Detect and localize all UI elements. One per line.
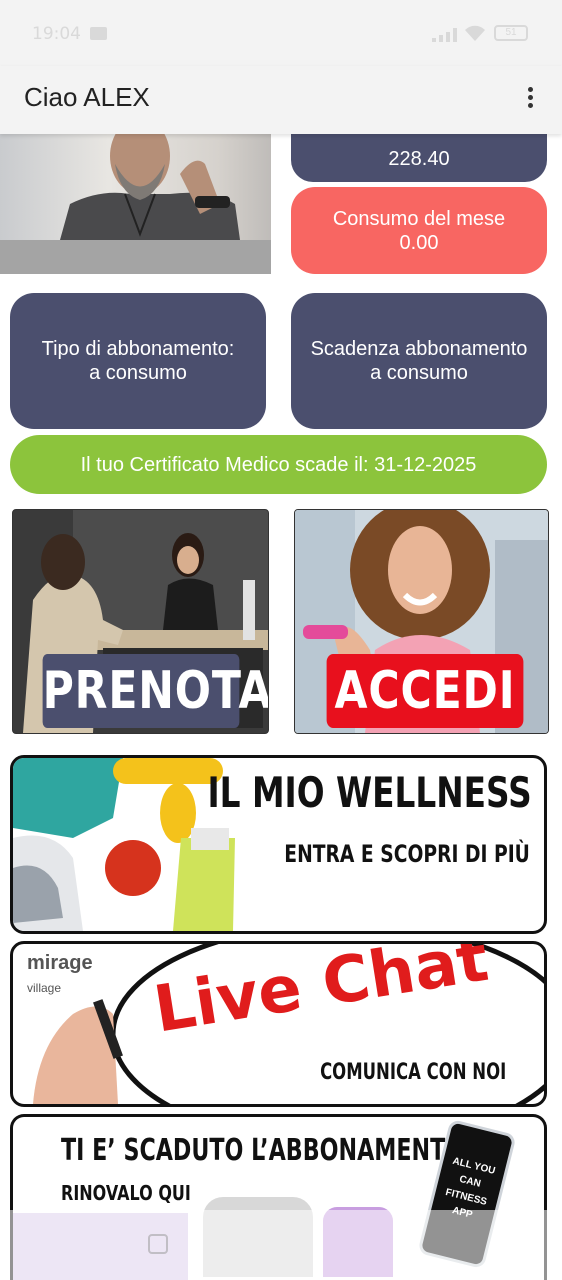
page-title: Ciao ALEX [24, 82, 150, 112]
credit-card[interactable]: 228.40 [291, 128, 547, 182]
book-tile[interactable]: PRENOTA [12, 509, 269, 734]
live-chat-banner[interactable]: mirage village Live Chat COMUNICA CON NO… [10, 941, 547, 1107]
battery-icon: 51 [494, 25, 528, 41]
renew-subtitle: RINOVALO QUI [61, 1181, 191, 1205]
message-icon [90, 27, 107, 40]
medical-certificate-banner[interactable]: Il tuo Certificato Medico scade il: 31-1… [10, 435, 547, 494]
renew-title: TI E’ SCADUTO L’ABBONAMENTO? [61, 1133, 477, 1168]
wifi-icon [465, 25, 485, 41]
monthly-consumption-label: Consumo del mese [332, 207, 506, 230]
wellness-title: IL MIO WELLNESS [207, 768, 532, 817]
book-label: PRENOTA [42, 654, 268, 728]
wellness-banner[interactable]: IL MIO WELLNESS ENTRA E SCOPRI DI PIÙ [10, 755, 547, 934]
mirage-logo: mirage village [27, 952, 93, 998]
subscription-expiry-value: a consumo [370, 362, 468, 384]
subscription-type-value: a consumo [89, 362, 187, 384]
status-time: 19:04 [32, 24, 81, 44]
subscription-type-label: Tipo di abbonamento: [41, 338, 235, 360]
profile-photo [0, 134, 271, 274]
avatar [60, 134, 240, 240]
signal-icon [432, 28, 457, 42]
mirage-brand-sub: village [27, 981, 62, 995]
mirage-brand: mirage [27, 952, 93, 974]
subscription-expiry-card[interactable]: Scadenza abbonamento a consumo [291, 293, 547, 429]
credit-value: 228.40 [388, 148, 450, 170]
system-navigation-bar [0, 1210, 562, 1280]
medical-certificate-text: Il tuo Certificato Medico scade il: 31-1… [80, 453, 477, 476]
monthly-consumption-card[interactable]: Consumo del mese 0.00 [291, 187, 547, 274]
subscription-type-card[interactable]: Tipo di abbonamento: a consumo [10, 293, 266, 429]
subscription-expiry-label: Scadenza abbonamento [310, 338, 528, 360]
more-options-icon[interactable] [518, 84, 542, 116]
wellness-subtitle: ENTRA E SCOPRI DI PIÙ [284, 840, 530, 868]
status-bar: 19:04 51 [0, 0, 562, 66]
access-tile[interactable]: ACCEDI [294, 509, 549, 734]
access-label: ACCEDI [326, 654, 524, 728]
monthly-consumption-value: 0.00 [399, 231, 439, 254]
live-chat-subtitle: COMUNICA CON NOI [319, 1060, 506, 1085]
app-bar: Ciao ALEX [0, 66, 562, 134]
home-icon[interactable] [148, 1234, 168, 1254]
